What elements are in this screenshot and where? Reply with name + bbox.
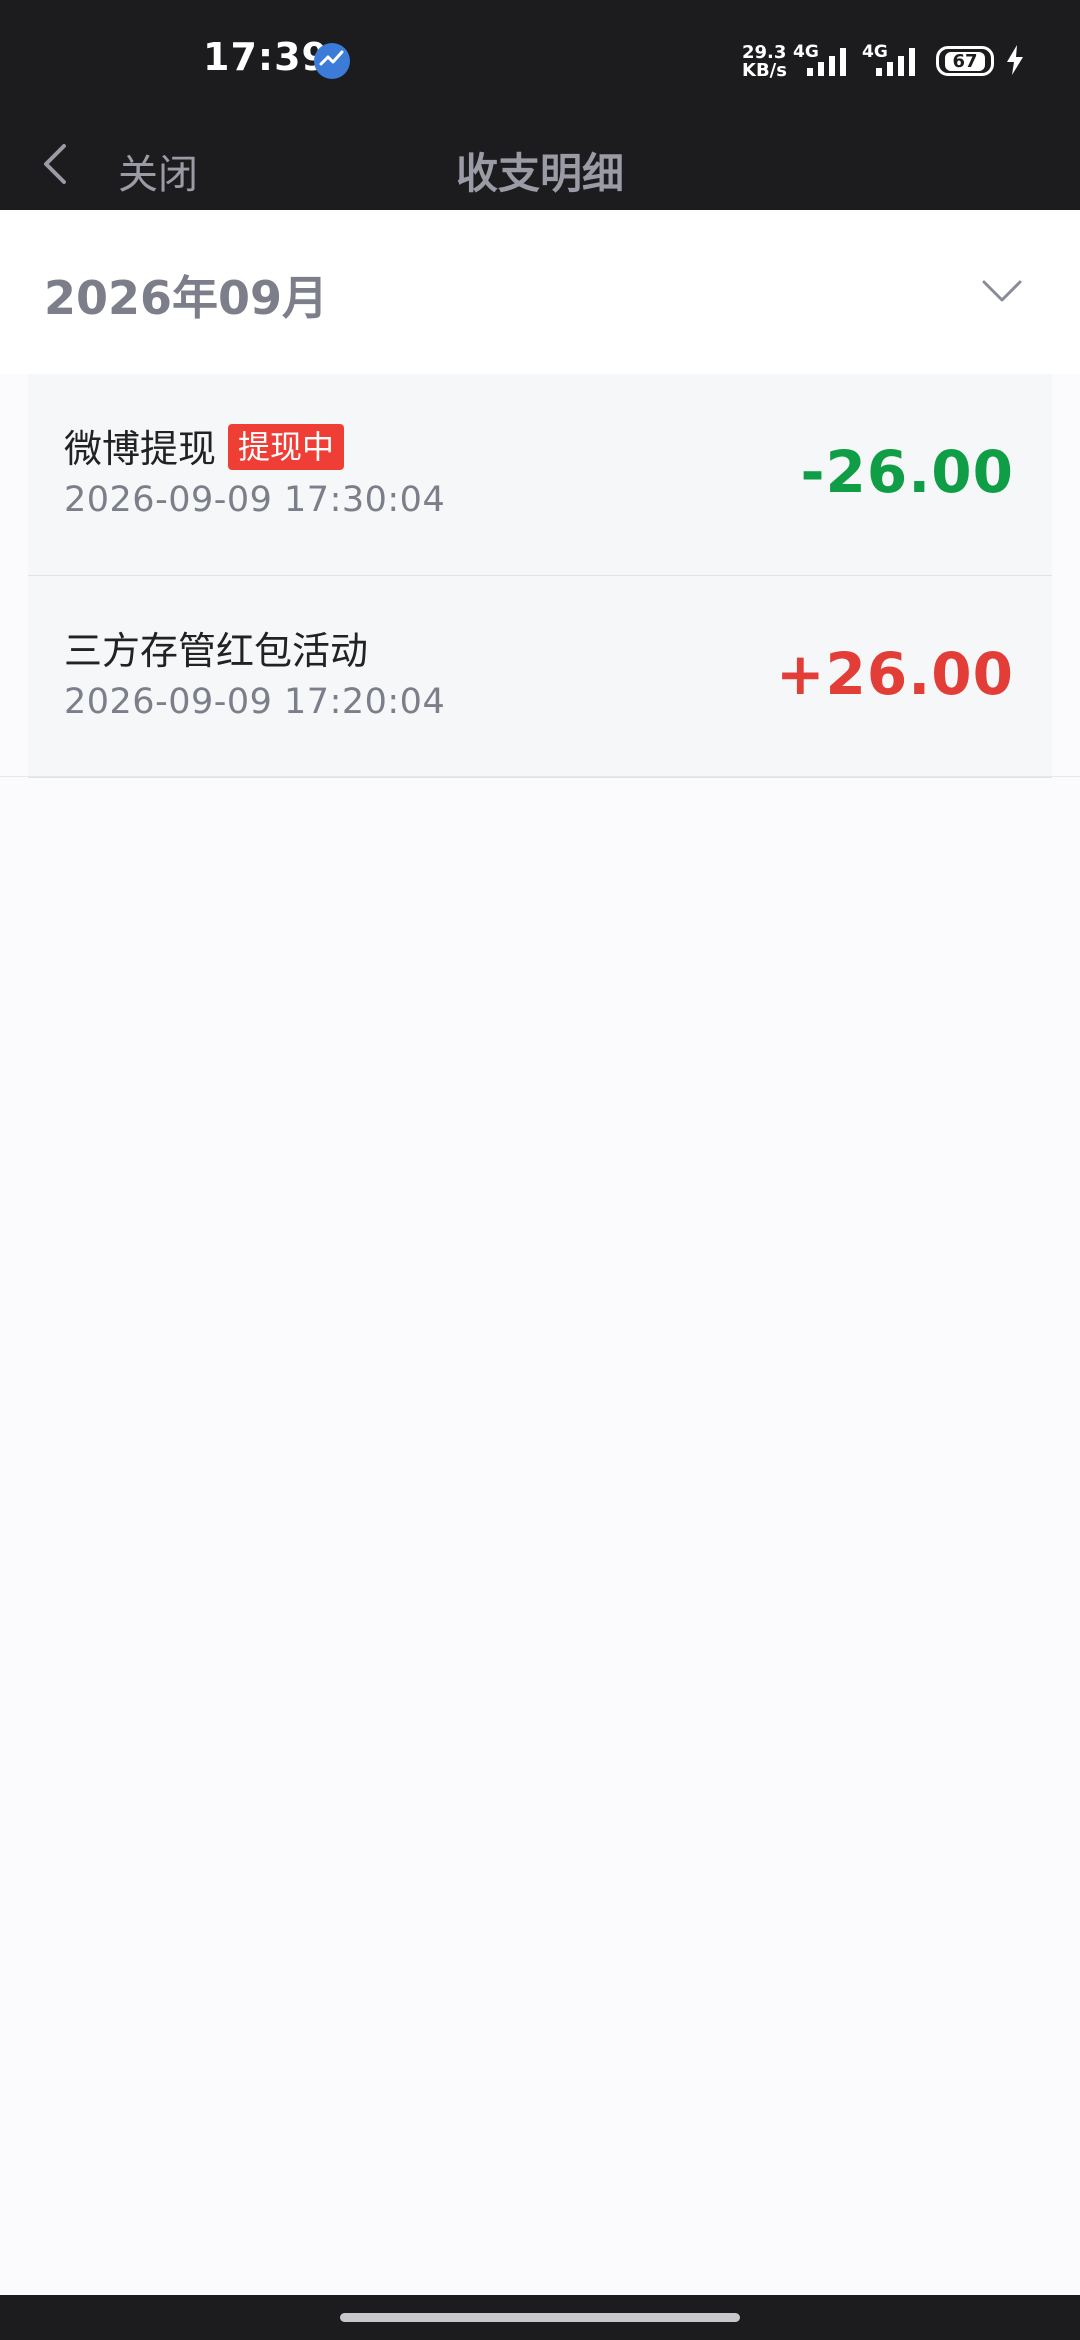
month-label[interactable]: 2026年09月 xyxy=(44,262,328,328)
navigation-bar: 关闭 收支明细 xyxy=(0,120,1080,210)
transaction-title: 微博提现 提现中 xyxy=(64,418,345,473)
month-selector[interactable]: 2026年09月 xyxy=(0,210,1080,374)
signal-icon xyxy=(807,48,846,76)
network-speed-unit: KB/s xyxy=(742,60,787,81)
transaction-row[interactable]: 微博提现 提现中 2026-09-09 17:30:04 -26.00 xyxy=(28,374,1052,576)
status-badge: 提现中 xyxy=(228,424,345,470)
transaction-title-text: 三方存管红包活动 xyxy=(64,629,369,673)
transaction-time: 2026-09-09 17:30:04 xyxy=(64,480,446,520)
network-speed: 29.3 KB/s xyxy=(742,44,790,80)
transaction-time: 2026-09-09 17:20:04 xyxy=(64,682,446,722)
transaction-row[interactable]: 三方存管红包活动 2026-09-09 17:20:04 +26.00 xyxy=(28,576,1052,778)
transaction-title-text: 微博提现 xyxy=(64,427,217,471)
battery-level: 67 xyxy=(945,52,985,71)
signal-2: 4G xyxy=(862,42,926,78)
signal-1: 4G xyxy=(793,42,857,78)
battery-icon: 67 xyxy=(936,46,994,76)
home-indicator[interactable] xyxy=(340,2313,740,2322)
system-navigation-bar xyxy=(0,2295,1080,2340)
status-bar: 17:39 29.3 KB/s 4G 4G 67 xyxy=(0,0,1080,120)
transaction-list: 微博提现 提现中 2026-09-09 17:30:04 -26.00 三方存管红… xyxy=(28,374,1052,778)
chevron-down-icon[interactable] xyxy=(980,278,1024,306)
transaction-amount: +26.00 xyxy=(775,640,1014,708)
charging-bolt-icon xyxy=(1007,45,1023,75)
signal-icon xyxy=(876,48,915,76)
transaction-title: 三方存管红包活动 xyxy=(64,620,368,675)
transaction-amount: -26.00 xyxy=(800,438,1014,506)
list-divider xyxy=(0,776,1080,777)
app-notification-icon xyxy=(314,43,350,79)
page-title: 收支明细 xyxy=(455,149,624,198)
status-time: 17:39 xyxy=(203,35,329,79)
